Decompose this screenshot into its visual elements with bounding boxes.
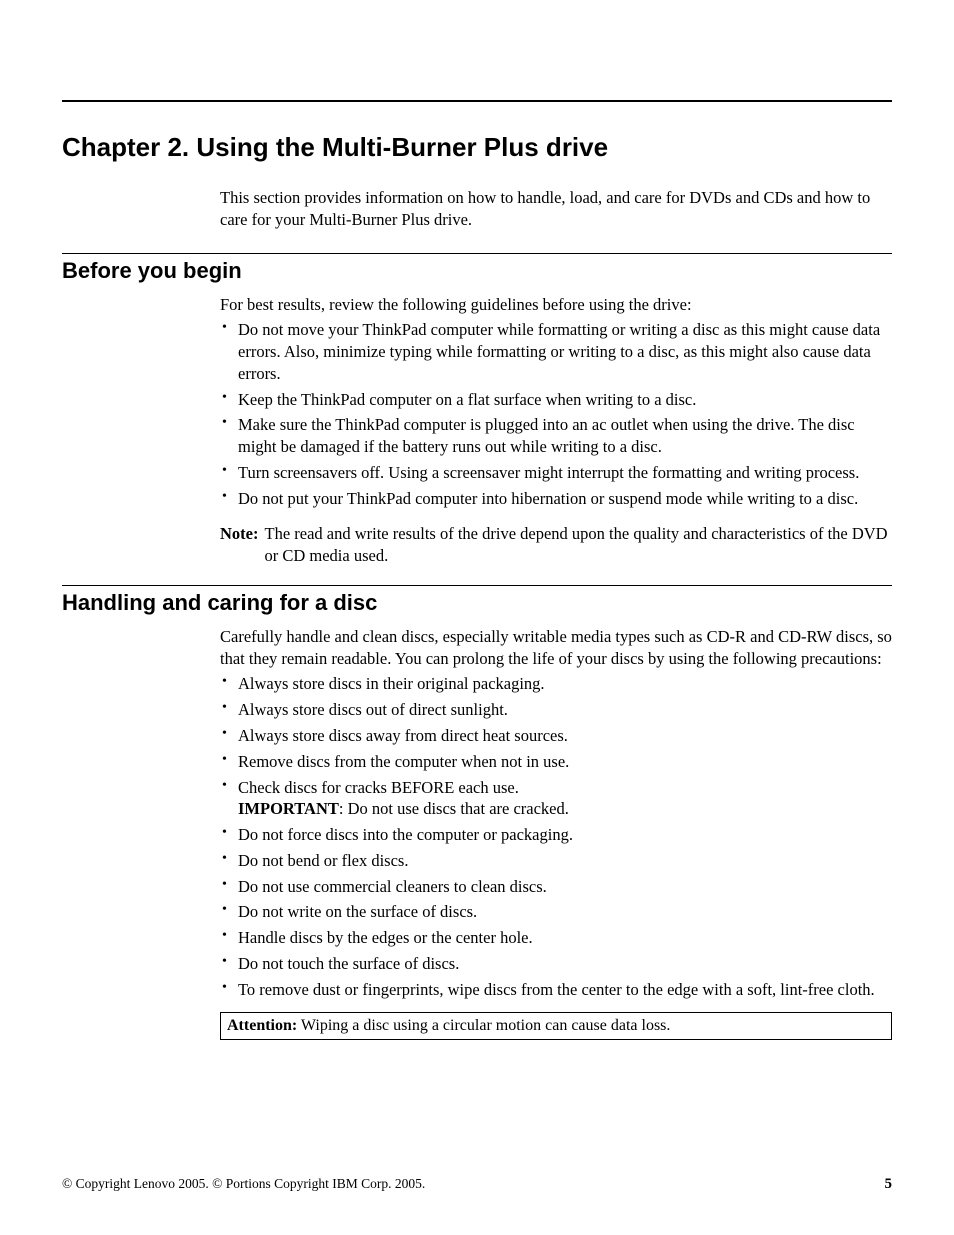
list-item: Remove discs from the computer when not … <box>220 751 892 773</box>
section1-bullets: Do not move your ThinkPad computer while… <box>220 319 892 509</box>
important-line: IMPORTANT: Do not use discs that are cra… <box>238 798 892 820</box>
list-item: Make sure the ThinkPad computer is plugg… <box>220 414 892 458</box>
list-item: Always store discs away from direct heat… <box>220 725 892 747</box>
important-text: : Do not use discs that are cracked. <box>339 799 569 818</box>
section2-body: Carefully handle and clean discs, especi… <box>220 626 892 1040</box>
note-label: Note: <box>220 523 258 567</box>
list-item: Do not touch the surface of discs. <box>220 953 892 975</box>
attention-box: Attention: Wiping a disc using a circula… <box>220 1012 892 1039</box>
chapter-title: Chapter 2. Using the Multi-Burner Plus d… <box>62 132 892 163</box>
section-rule <box>62 253 892 254</box>
list-item: Do not put your ThinkPad computer into h… <box>220 488 892 510</box>
chapter-intro: This section provides information on how… <box>220 187 892 231</box>
top-rule <box>62 100 892 102</box>
section1-lead: For best results, review the following g… <box>220 294 892 316</box>
list-item: Do not move your ThinkPad computer while… <box>220 319 892 384</box>
section2-lead: Carefully handle and clean discs, especi… <box>220 626 892 670</box>
copyright-text: © Copyright Lenovo 2005. © Portions Copy… <box>62 1176 425 1192</box>
page-number: 5 <box>885 1176 893 1193</box>
list-item: Do not use commercial cleaners to clean … <box>220 876 892 898</box>
list-item: Handle discs by the edges or the center … <box>220 927 892 949</box>
document-page: Chapter 2. Using the Multi-Burner Plus d… <box>0 0 954 1235</box>
list-item: Check discs for cracks BEFORE each use. … <box>220 777 892 821</box>
attention-text: Wiping a disc using a circular motion ca… <box>297 1017 670 1034</box>
list-item: Keep the ThinkPad computer on a flat sur… <box>220 389 892 411</box>
page-footer: © Copyright Lenovo 2005. © Portions Copy… <box>62 1176 892 1193</box>
bullet-check-text: Check discs for cracks BEFORE each use. <box>238 778 519 797</box>
list-item: Do not force discs into the computer or … <box>220 824 892 846</box>
list-item: Always store discs in their original pac… <box>220 673 892 695</box>
attention-label: Attention: <box>227 1017 297 1034</box>
list-item: Always store discs out of direct sunligh… <box>220 699 892 721</box>
note-text: The read and write results of the drive … <box>264 523 892 567</box>
section-title-before-you-begin: Before you begin <box>62 258 892 284</box>
list-item: Do not write on the surface of discs. <box>220 901 892 923</box>
section-rule <box>62 585 892 586</box>
list-item: To remove dust or fingerprints, wipe dis… <box>220 979 892 1001</box>
section-title-handling: Handling and caring for a disc <box>62 590 892 616</box>
list-item: Do not bend or flex discs. <box>220 850 892 872</box>
section2-bullets: Always store discs in their original pac… <box>220 673 892 1000</box>
important-label: IMPORTANT <box>238 799 339 818</box>
section1-body: For best results, review the following g… <box>220 294 892 567</box>
note-block: Note: The read and write results of the … <box>220 523 892 567</box>
list-item: Turn screensavers off. Using a screensav… <box>220 462 892 484</box>
